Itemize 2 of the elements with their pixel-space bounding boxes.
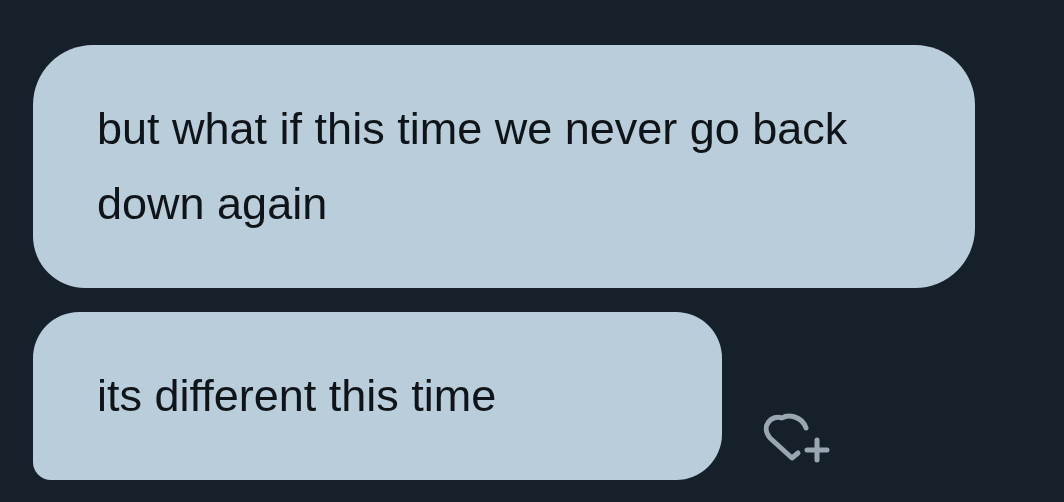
- message-bubble: its different this time: [33, 312, 722, 480]
- message-bubble: but what if this time we never go back down again: [33, 45, 975, 288]
